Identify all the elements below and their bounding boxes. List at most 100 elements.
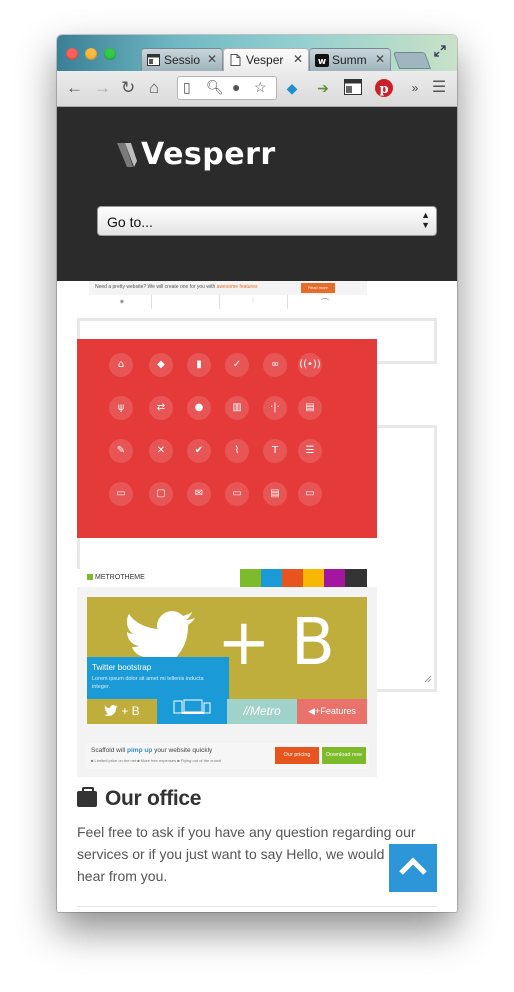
minimize-window-button[interactable] (85, 48, 97, 60)
card-icon: ▭ (298, 482, 322, 506)
metro-hero: + B Twitter bootstrap Lorem ipsum dolor … (87, 597, 367, 699)
select-arrows-icon: ▲ ▼ (421, 210, 430, 230)
reload-icon[interactable]: ↻ (121, 78, 135, 98)
metro-tiles: + B //Metro ◀+Features (87, 699, 367, 724)
resize-handle-icon[interactable] (424, 670, 432, 688)
arc-icon: ⌒ (321, 298, 329, 307)
more-extensions-icon[interactable]: » (406, 79, 424, 97)
metro-nav-item (324, 569, 345, 587)
chart-icon: ▮ (187, 353, 211, 377)
address-bar[interactable]: ▯ 🔍︎ ● ☆ (177, 76, 277, 100)
w-icon: w (315, 54, 329, 67)
hero-caption-title: Twitter bootstrap (92, 663, 152, 672)
scaffold-pricing-button: Our pricing (275, 747, 319, 764)
page-icon: ▯ (183, 79, 191, 95)
sun-icon: ✷ (119, 299, 125, 306)
printer-icon: ▤ (263, 482, 287, 506)
features-strip-thumbnail: ✷ ⫶ ⌒ (89, 295, 367, 309)
chevron-up-icon (398, 856, 428, 881)
close-window-button[interactable] (66, 48, 78, 60)
nav-select[interactable]: Go to... ▲ ▼ (97, 206, 437, 236)
cutlery-icon: ψ (109, 396, 133, 420)
metro-nav-item (240, 569, 261, 587)
banner-button: Read more (301, 283, 335, 293)
check-icon: ✔ (187, 439, 211, 463)
tab-label: Sessio (164, 53, 201, 67)
diamond-icon[interactable]: ◆ (283, 79, 301, 97)
home-icon: ⌂ (109, 353, 133, 377)
window-icon: ▭ (109, 482, 133, 506)
pinterest-icon[interactable]: p (375, 79, 393, 97)
metro-tile: //Metro (227, 699, 297, 724)
svg-text:w: w (318, 57, 326, 67)
tab-close-icon[interactable]: ✕ (207, 52, 217, 66)
menu-icon[interactable]: ☰ (430, 79, 448, 97)
home-icon[interactable]: ⌂ (149, 78, 159, 98)
icon-set-thumbnail: ⌂ ◆ ▮ ✓ ∞ ((•)) ψ ⇄ ● ▥ ·|· ▤ ✎ ✕ ✔ ⌇ T ☰ ▭ ▢ ✉ ▭ ▤ ▭ (77, 339, 377, 538)
tab-strip: Sessio ✕ Vesper ✕ w Summ ✕ (57, 35, 457, 71)
fullscreen-icon[interactable] (433, 44, 447, 63)
broadcast-icon: ((•)) (298, 353, 322, 377)
tab-summary[interactable]: w Summ ✕ (309, 48, 391, 71)
forward-arrow-icon[interactable]: → (94, 78, 111, 98)
metro-tile: + B (87, 699, 157, 724)
metro-logo: METROTHEME (87, 574, 145, 581)
chart-icon: ⫶ (252, 298, 254, 305)
new-tab-button[interactable] (392, 52, 432, 69)
office-text: Feel free to ask if you have any questio… (77, 824, 430, 884)
tab-vesperr[interactable]: Vesper ✕ (223, 48, 309, 71)
tab-close-icon[interactable]: ✕ (293, 52, 303, 66)
scaffold-banner-thumbnail: Scaffold will pimp up your website quick… (85, 743, 369, 769)
scroll-to-top-button[interactable] (389, 844, 437, 892)
search-icon[interactable]: 🔍︎ (206, 79, 224, 96)
battery-icon: ▭ (225, 482, 249, 506)
pencil-icon: ✎ (109, 439, 133, 463)
metro-nav-item (261, 569, 282, 587)
session-icon (147, 54, 160, 66)
page-icon (229, 54, 242, 66)
back-arrow-icon[interactable]: ← (66, 78, 83, 98)
hero-heading: + B (217, 606, 335, 680)
text-icon: T (263, 439, 287, 463)
banner-text: Need a pretty website? We will create on… (95, 284, 258, 290)
browser-window: Sessio ✕ Vesper ✕ w Summ ✕ ← → ↻ ⌂ ▯ 🔍︎ … (57, 35, 457, 912)
pin-icon: ✓ (225, 353, 249, 377)
nav-select-value: Go to... (107, 214, 153, 230)
logo-text: Vesperr (141, 137, 276, 172)
metro-tile-devices (157, 699, 227, 724)
metro-header: METROTHEME (77, 569, 377, 587)
metro-nav-item (345, 569, 367, 587)
browser-toolbar: ← → ↻ ⌂ ▯ 🔍︎ ● ☆ ◆ ➔ p » ☰ (57, 71, 457, 107)
svg-text:p: p (379, 82, 388, 97)
infinity-icon: ∞ (263, 353, 287, 377)
repeat-icon: ⇄ (149, 396, 173, 420)
trash-icon: ▥ (225, 396, 249, 420)
briefcase-icon (77, 787, 97, 807)
office-title: Our office (105, 787, 202, 810)
speaker-icon: ◀+ (308, 706, 321, 716)
hero-caption-text: Lorem ipsum dolor sit amet mi tellenis i… (92, 676, 204, 690)
metro-nav-item (303, 569, 324, 587)
mail-icon: ✉ (187, 482, 211, 506)
tab-label: Vesper (246, 53, 284, 67)
divider (77, 906, 437, 907)
session-icon[interactable] (344, 79, 362, 97)
share-icon[interactable]: ➔ (314, 79, 332, 97)
web-page: Vesperr Go to... ▲ ▼ Need a pretty websit… (57, 107, 457, 912)
tab-label: Summ (332, 53, 367, 67)
star-icon[interactable]: ☆ (254, 79, 267, 96)
x-icon: ✕ (149, 439, 173, 463)
tab-close-icon[interactable]: ✕ (375, 52, 385, 66)
bag-icon: ▤ (298, 396, 322, 420)
screenshot-icon: ▢ (149, 482, 173, 506)
metro-tile: ◀+Features (297, 699, 367, 724)
promo-banner-thumbnail: Need a pretty website? We will create on… (89, 281, 367, 295)
user-icon: ● (187, 396, 211, 420)
tab-sessions[interactable]: Sessio ✕ (141, 48, 223, 71)
tag-icon: ◆ (149, 353, 173, 377)
scaffold-download-button: Download now (322, 747, 366, 764)
bulb-icon[interactable]: ● (232, 79, 240, 95)
audio-icon: ·|· (263, 396, 287, 420)
dropper-icon: ⌇ (225, 439, 249, 463)
zoom-window-button[interactable] (104, 48, 116, 60)
